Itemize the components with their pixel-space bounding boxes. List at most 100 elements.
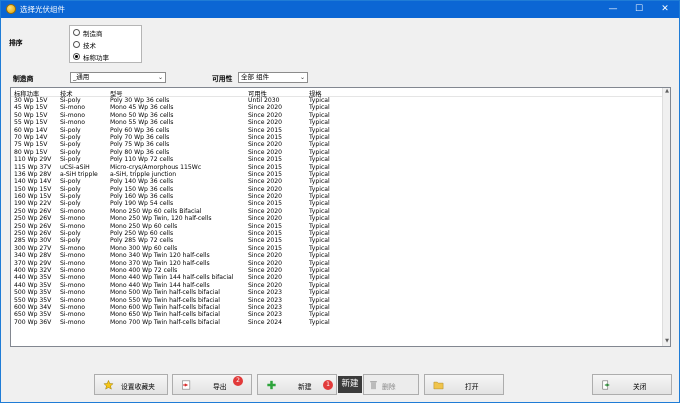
table-row[interactable]: 110 Wp 29V Si-poly Poly 110 Wp 72 cells Sin… xyxy=(11,156,670,163)
cell-power: 115 Wp 37V xyxy=(14,163,52,171)
open-button[interactable]: 打开 xyxy=(424,374,504,395)
cell-model: Mono 370 Wp Twin 120 half-cells xyxy=(110,259,210,267)
table-row[interactable]: 600 Wp 34V Si-mono Mono 600 Wp Twin half-c… xyxy=(11,304,670,311)
table-row[interactable]: 300 Wp 27V Si-mono Mono 300 Wp 60 cells Sin… xyxy=(11,245,670,252)
table-row[interactable]: 250 Wp 26V Si-mono Mono 250 Wp Twin, 120 h… xyxy=(11,215,670,222)
table-row[interactable]: 70 Wp 14V Si-poly Poly 70 Wp 36 cells Since… xyxy=(11,134,670,141)
table-row[interactable]: 340 Wp 28V Si-mono Mono 340 Wp Twin 120 ha… xyxy=(11,252,670,259)
table-row[interactable]: 60 Wp 14V Si-poly Poly 60 Wp 36 cells Since… xyxy=(11,127,670,134)
table-row[interactable]: 50 Wp 15V Si-mono Mono 50 Wp 36 cells Since… xyxy=(11,112,670,119)
table-row[interactable]: 440 Wp 35V Si-mono Mono 440 Wp Twin 144 ha… xyxy=(11,274,670,281)
close-button[interactable]: 关闭 xyxy=(592,374,672,395)
cell-spec: Typical xyxy=(309,156,330,164)
cell-availability: Since 2023 xyxy=(248,296,282,304)
cell-technology: Si-poly xyxy=(60,97,81,104)
set-favorites-button[interactable]: 设置收藏夹 xyxy=(94,374,168,395)
radio-icon[interactable] xyxy=(73,53,80,60)
cell-power: 60 Wp 14V xyxy=(14,126,48,134)
cell-model: a-SiH, tripple junction xyxy=(110,170,177,178)
cell-technology: Si-poly xyxy=(60,193,81,201)
table-row[interactable]: 370 Wp 29V Si-mono Mono 370 Wp Twin 120 ha… xyxy=(11,260,670,267)
manufacturer-select[interactable]: _通用 ⌄ xyxy=(70,72,166,83)
cell-availability: Since 2015 xyxy=(248,126,282,134)
table-row[interactable]: 650 Wp 35V Si-mono Mono 650 Wp Twin half-c… xyxy=(11,311,670,318)
sort-option-nominal-power[interactable]: 标称功率 xyxy=(73,51,109,62)
export-button[interactable]: 导出 2 xyxy=(172,374,252,395)
delete-label: 删除 xyxy=(382,383,396,391)
cell-spec: Typical xyxy=(309,170,330,178)
cell-model: Mono 340 Wp Twin 120 half-cells xyxy=(110,252,210,260)
cell-model: Poly 30 Wp 36 cells xyxy=(110,97,170,104)
table-row[interactable]: 45 Wp 15V Si-mono Mono 45 Wp 36 cells Since… xyxy=(11,104,670,111)
cell-technology: Si-mono xyxy=(60,318,86,326)
table-row[interactable]: 75 Wp 15V Si-poly Poly 75 Wp 36 cells Since… xyxy=(11,141,670,148)
cell-technology: Si-poly xyxy=(60,148,81,156)
cell-availability: Since 2024 xyxy=(248,318,282,326)
cell-model: Poly 190 Wp 54 cells xyxy=(110,200,174,208)
table-row[interactable]: 150 Wp 15V Si-poly Poly 150 Wp 36 cells Sin… xyxy=(11,186,670,193)
cell-availability: Until 2030 xyxy=(248,97,280,104)
table-row[interactable]: 136 Wp 28V a-SiH tripple a-SiH, tripple ju… xyxy=(11,171,670,178)
cell-technology: Si-mono xyxy=(60,311,86,319)
cell-technology: Si-mono xyxy=(60,289,86,297)
table-row[interactable]: 440 Wp 35V Si-mono Mono 440 Wp Twin 144 ha… xyxy=(11,282,670,289)
table-row[interactable]: 250 Wp 26V Si-mono Mono 250 Wp 60 cells Sin… xyxy=(11,223,670,230)
cell-technology: Si-mono xyxy=(60,252,86,260)
table-row[interactable]: 285 Wp 30V Si-poly Poly 285 Wp 72 cells Sin… xyxy=(11,237,670,244)
radio-icon[interactable] xyxy=(73,41,80,48)
new-button[interactable]: 新建 1 xyxy=(257,374,337,395)
table-row[interactable]: 190 Wp 22V Si-poly Poly 190 Wp 54 cells Sin… xyxy=(11,200,670,207)
close-window-button[interactable]: ✕ xyxy=(653,1,677,18)
cell-spec: Typical xyxy=(309,126,330,134)
availability-select[interactable]: 全部 组件 ⌄ xyxy=(238,72,308,83)
table-row[interactable]: 250 Wp 26V Si-poly Poly 250 Wp 60 cells Sin… xyxy=(11,230,670,237)
radio-icon[interactable] xyxy=(73,29,80,36)
table-row[interactable]: 115 Wp 37V uCSi-aSiH Micro-crys/Amorphous … xyxy=(11,164,670,171)
cell-spec: Typical xyxy=(309,148,330,156)
table-row[interactable]: 80 Wp 15V Si-poly Poly 80 Wp 36 cells Since… xyxy=(11,149,670,156)
table-row[interactable]: 55 Wp 15V Si-mono Mono 55 Wp 36 cells Since… xyxy=(11,119,670,126)
cell-technology: Si-poly xyxy=(60,141,81,149)
minimize-button[interactable]: — xyxy=(601,1,625,18)
cell-technology: Si-mono xyxy=(60,222,86,230)
table-row[interactable]: 30 Wp 15V Si-poly Poly 30 Wp 36 cells Until… xyxy=(11,97,670,104)
scroll-down-icon[interactable]: ▼ xyxy=(663,338,670,346)
cell-model: Mono 45 Wp 36 cells xyxy=(110,104,174,112)
table-row[interactable]: 250 Wp 26V Si-mono Mono 250 Wp 60 cells Bi… xyxy=(11,208,670,215)
cell-power: 250 Wp 26V xyxy=(14,222,52,230)
delete-button[interactable]: 删除 xyxy=(363,374,419,395)
cell-technology: Si-poly xyxy=(60,230,81,238)
cell-model: Mono 440 Wp Twin 144 half-cells bifacial xyxy=(110,274,234,282)
cell-power: 400 Wp 32V xyxy=(14,266,52,274)
table-row[interactable]: 550 Wp 35V Si-mono Mono 550 Wp Twin half-c… xyxy=(11,297,670,304)
cell-availability: Since 2023 xyxy=(248,303,282,311)
table-row[interactable]: 700 Wp 36V Si-mono Mono 700 Wp Twin half-c… xyxy=(11,319,670,326)
component-list[interactable]: 标称功率 技术 型号 可用性 规格 30 Wp 15V Si-poly Poly 3… xyxy=(10,87,671,347)
vertical-scrollbar[interactable]: ▲ ▼ xyxy=(662,88,670,346)
table-row[interactable]: 500 Wp 35V Si-mono Mono 500 Wp Twin half-c… xyxy=(11,289,670,296)
cell-model: Mono 400 Wp 72 cells xyxy=(110,266,178,274)
sort-option-label: 技术 xyxy=(83,41,96,50)
title-bar: 选择光伏组件 — ☐ ✕ xyxy=(1,1,679,18)
maximize-button[interactable]: ☐ xyxy=(627,1,651,18)
cell-availability: Since 2015 xyxy=(248,222,282,230)
cell-availability: Since 2020 xyxy=(248,274,282,282)
cell-technology: Si-poly xyxy=(60,178,81,186)
sort-option-manufacturer[interactable]: 制造商 xyxy=(73,27,103,38)
table-row[interactable]: 400 Wp 32V Si-mono Mono 400 Wp 72 cells Sin… xyxy=(11,267,670,274)
cell-spec: Typical xyxy=(309,104,330,112)
table-row[interactable]: 160 Wp 15V Si-poly Poly 160 Wp 36 cells Sin… xyxy=(11,193,670,200)
chevron-down-icon: ⌄ xyxy=(157,74,163,81)
cell-spec: Typical xyxy=(309,178,330,186)
cell-availability: Since 2015 xyxy=(248,163,282,171)
scroll-up-icon[interactable]: ▲ xyxy=(663,88,670,96)
table-row[interactable]: 140 Wp 14V Si-poly Poly 140 Wp 36 cells Sin… xyxy=(11,178,670,185)
cell-spec: Typical xyxy=(309,230,330,238)
cell-technology: Si-mono xyxy=(60,259,86,267)
set-favorites-label: 设置收藏夹 xyxy=(121,383,155,391)
cell-availability: Since 2020 xyxy=(248,119,282,127)
cell-technology: Si-poly xyxy=(60,133,81,141)
sort-option-technology[interactable]: 技术 xyxy=(73,39,96,50)
cell-technology: Si-mono xyxy=(60,303,86,311)
cell-technology: Si-mono xyxy=(60,296,86,304)
